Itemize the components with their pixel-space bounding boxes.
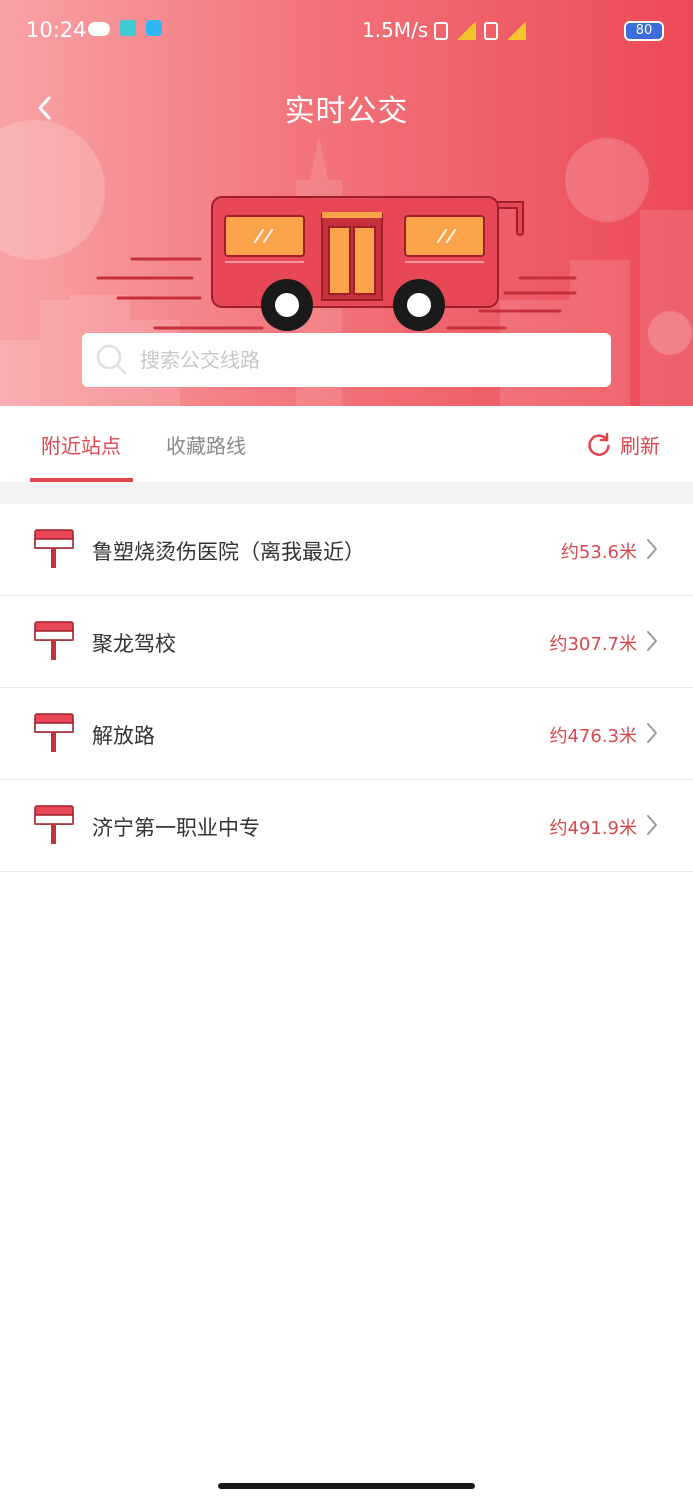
refresh-label: 刷新 — [620, 434, 660, 458]
chevron-right-icon — [647, 723, 657, 743]
home-indicator[interactable] — [218, 1483, 475, 1489]
app-notification-icon — [120, 20, 136, 36]
bus-stop-icon — [34, 529, 74, 568]
list-item[interactable]: 解放路 约476.3米 — [0, 688, 693, 780]
chevron-right-icon — [647, 815, 657, 835]
refresh-icon — [588, 432, 610, 456]
list-item[interactable]: 济宁第一职业中专 约491.9米 — [0, 780, 693, 872]
chevron-right-icon — [647, 539, 657, 559]
section-divider — [0, 482, 693, 504]
station-list: 鲁塑烧烫伤医院（离我最近） 约53.6米 聚龙驾校 约307.7米 解放路 约4… — [0, 504, 693, 872]
station-distance: 约53.6米 — [560, 542, 637, 563]
list-item[interactable]: 鲁塑烧烫伤医院（离我最近） 约53.6米 — [0, 504, 693, 596]
signal-icon — [506, 22, 526, 40]
station-name: 济宁第一职业中专 — [92, 816, 260, 840]
tab-bar: 附近站点 收藏路线 刷新 — [0, 406, 693, 482]
search-box[interactable] — [82, 333, 611, 387]
sim-icon — [484, 22, 498, 40]
search-icon — [96, 344, 127, 375]
bus-stop-icon — [34, 621, 74, 660]
station-name: 解放路 — [92, 724, 155, 748]
network-speed: 1.5M/s — [362, 18, 429, 42]
station-name: 鲁塑烧烫伤医院（离我最近） — [92, 540, 365, 564]
search-input[interactable] — [140, 333, 590, 387]
vibrate-icon — [434, 22, 448, 40]
app-notification-icon — [146, 20, 162, 36]
status-bar: 10:24 1.5M/s 80 — [0, 0, 693, 62]
tab-favorite-routes[interactable]: 收藏路线 — [166, 430, 246, 459]
signal-icon — [456, 22, 476, 40]
refresh-button[interactable]: 刷新 — [586, 430, 660, 459]
station-distance: 约476.3米 — [549, 726, 637, 747]
battery-icon: 80 — [624, 21, 664, 41]
status-system-icons — [434, 18, 526, 44]
status-notification-icons — [88, 20, 162, 36]
bus-stop-icon — [34, 713, 74, 752]
station-distance: 约307.7米 — [549, 634, 637, 655]
page-title: 实时公交 — [284, 94, 409, 129]
tab-nearby-stations[interactable]: 附近站点 — [41, 430, 121, 459]
header-banner: 10:24 1.5M/s 80 实时公交 — [0, 0, 693, 406]
status-time: 10:24 — [26, 18, 87, 42]
chevron-right-icon — [647, 631, 657, 651]
bus-stop-icon — [34, 805, 74, 844]
station-name: 聚龙驾校 — [92, 632, 176, 656]
station-distance: 约491.9米 — [549, 818, 637, 839]
list-item[interactable]: 聚龙驾校 约307.7米 — [0, 596, 693, 688]
cloud-icon — [88, 22, 110, 36]
